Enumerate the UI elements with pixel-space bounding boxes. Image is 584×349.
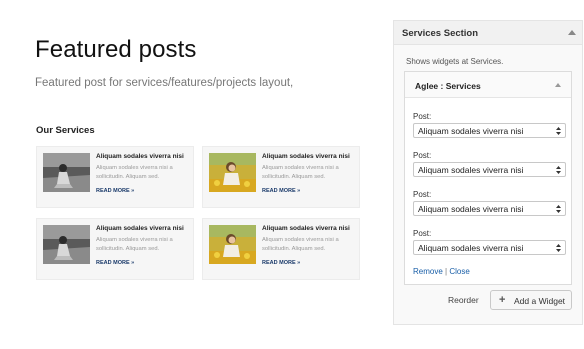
services-widget: Aglee : Services Post: Aliquam sodales v… — [404, 71, 572, 285]
chevron-right-icon: » — [297, 260, 301, 266]
card-excerpt: Aliquam sodales viverra nisi a sollicitu… — [262, 237, 339, 252]
post-select-value: Aliquam sodales viverra nisi — [418, 243, 524, 253]
service-card: Aliquam sodales viverra nisi Aliquam sod… — [36, 218, 194, 280]
actions-separator: | — [445, 267, 448, 276]
close-link[interactable]: Close — [449, 267, 469, 276]
post-field-label: Post: — [413, 112, 432, 121]
service-card: Aliquam sodales viverra nisi Aliquam sod… — [202, 146, 360, 208]
post-select[interactable]: Aliquam sodales viverra nisi — [413, 123, 566, 138]
widget-header[interactable]: Aglee : Services — [405, 72, 571, 98]
service-card: Aliquam sodales viverra nisi Aliquam sod… — [202, 218, 360, 280]
post-thumbnail-image[interactable] — [209, 225, 256, 264]
plus-icon: + — [499, 294, 506, 306]
add-widget-label: Add a Widget — [514, 296, 566, 306]
card-title[interactable]: Aliquam sodales viverra nisi — [262, 153, 350, 160]
chevron-right-icon: » — [131, 188, 135, 194]
select-arrows-icon — [556, 166, 561, 174]
post-select-value: Aliquam sodales viverra nisi — [418, 126, 524, 136]
post-select-value: Aliquam sodales viverra nisi — [418, 165, 524, 175]
panel-title: Services Section — [402, 28, 479, 39]
remove-link[interactable]: Remove — [413, 267, 443, 276]
card-excerpt: Aliquam sodales viverra nisi a sollicitu… — [262, 165, 339, 180]
collapse-arrow-icon[interactable] — [568, 30, 576, 35]
post-select[interactable]: Aliquam sodales viverra nisi — [413, 240, 566, 255]
post-select[interactable]: Aliquam sodales viverra nisi — [413, 162, 566, 177]
card-excerpt: Aliquam sodales viverra nisi a sollicitu… — [96, 237, 173, 252]
read-more-link[interactable]: READ MORE » — [262, 188, 300, 194]
page-title: Featured posts — [35, 36, 197, 63]
select-arrows-icon — [556, 244, 561, 252]
select-arrows-icon — [556, 127, 561, 135]
card-title[interactable]: Aliquam sodales viverra nisi — [262, 225, 350, 232]
read-more-link[interactable]: READ MORE » — [262, 260, 300, 266]
service-card: Aliquam sodales viverra nisi Aliquam sod… — [36, 146, 194, 208]
chevron-right-icon: » — [297, 188, 301, 194]
widget-title: Aglee : Services — [415, 81, 481, 91]
widget-actions: Remove | Close — [413, 267, 470, 276]
post-select-value: Aliquam sodales viverra nisi — [418, 204, 524, 214]
post-thumbnail-image[interactable] — [43, 153, 90, 192]
reorder-link[interactable]: Reorder — [448, 295, 479, 305]
read-more-link[interactable]: READ MORE » — [96, 260, 134, 266]
post-field-label: Post: — [413, 229, 432, 238]
card-excerpt: Aliquam sodales viverra nisi a sollicitu… — [96, 165, 173, 180]
select-arrows-icon — [556, 205, 561, 213]
section-title: Our Services — [36, 125, 95, 136]
post-field-label: Post: — [413, 151, 432, 160]
card-title[interactable]: Aliquam sodales viverra nisi — [96, 225, 184, 232]
collapse-arrow-icon[interactable] — [555, 83, 561, 87]
add-widget-button[interactable]: + Add a Widget — [490, 290, 572, 310]
card-title[interactable]: Aliquam sodales viverra nisi — [96, 153, 184, 160]
read-more-link[interactable]: READ MORE » — [96, 188, 134, 194]
panel-header[interactable]: Services Section — [394, 21, 582, 45]
post-thumbnail-image[interactable] — [209, 153, 256, 192]
post-thumbnail-image[interactable] — [43, 225, 90, 264]
post-select[interactable]: Aliquam sodales viverra nisi — [413, 201, 566, 216]
post-field-label: Post: — [413, 190, 432, 199]
chevron-right-icon: » — [131, 260, 135, 266]
page-subtitle: Featured post for services/features/proj… — [35, 77, 294, 89]
panel-description: Shows widgets at Services. — [406, 57, 504, 66]
